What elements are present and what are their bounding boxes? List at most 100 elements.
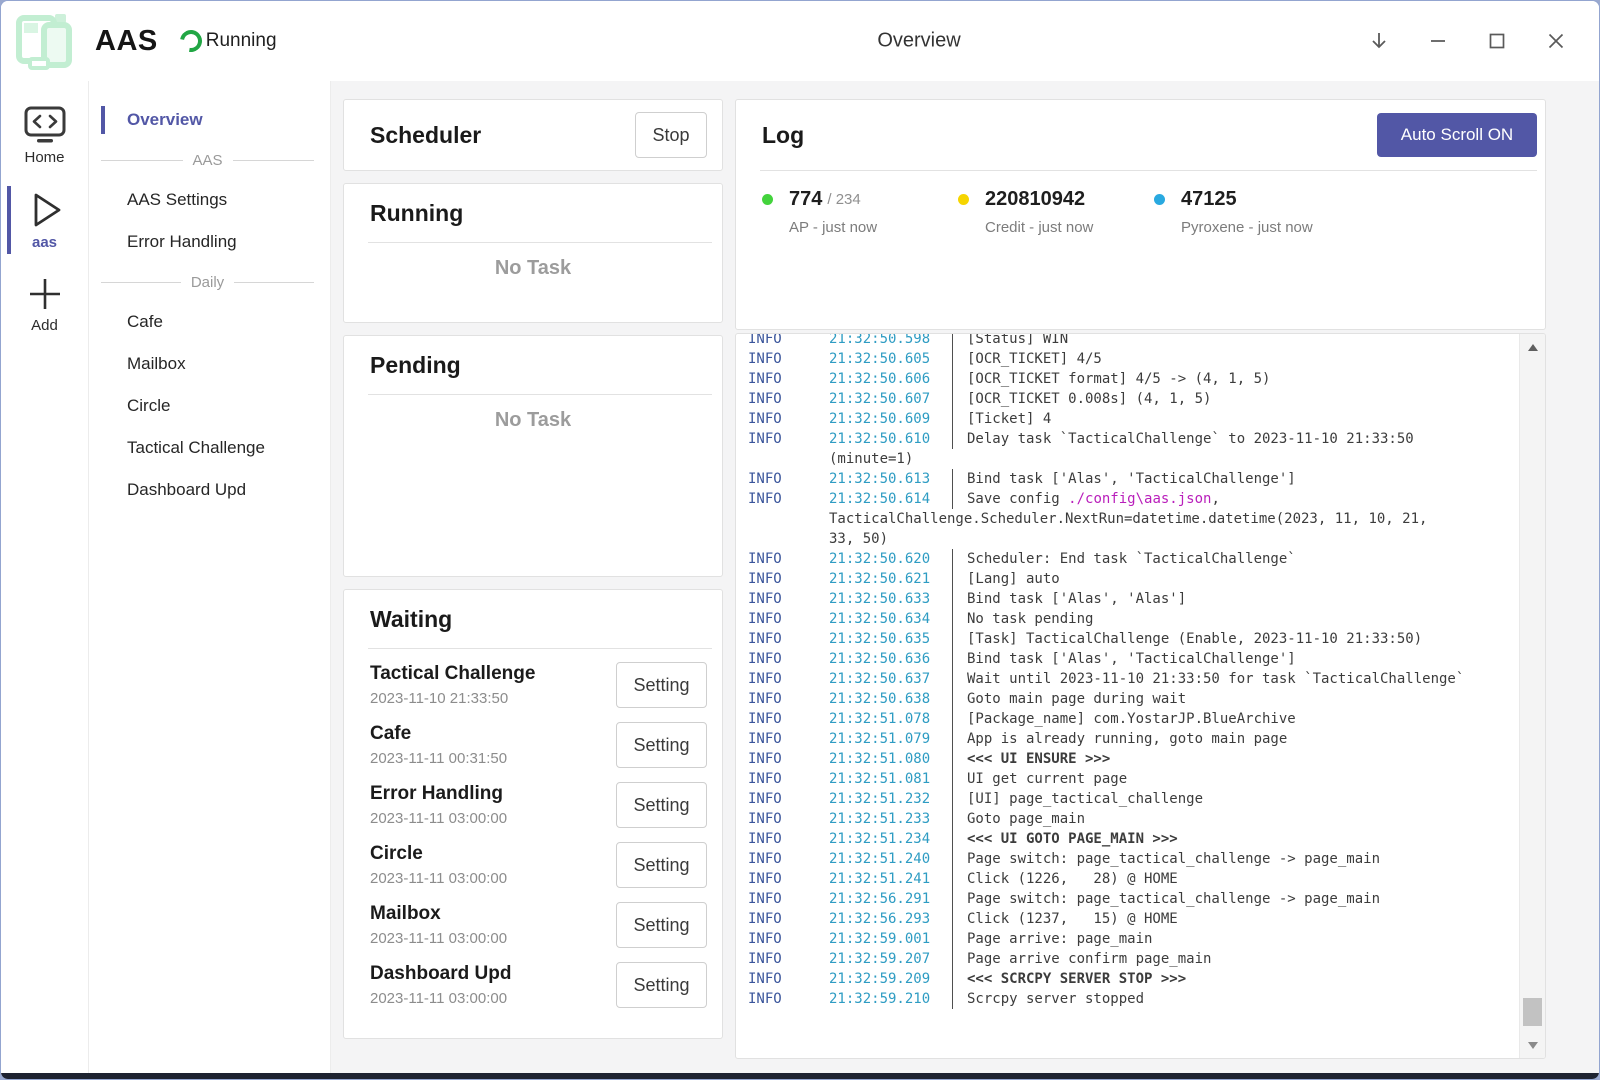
log-timestamp: 21:32:59.207	[829, 949, 952, 969]
log-level: INFO	[748, 989, 829, 1009]
stop-button[interactable]: Stop	[635, 112, 707, 158]
sidebar-item-tactical-challenge[interactable]: Tactical Challenge	[89, 427, 330, 469]
scroll-up-button[interactable]	[1520, 334, 1545, 360]
log-level: INFO	[748, 969, 829, 989]
waiting-task-next-run: 2023-11-11 03:00:00	[370, 810, 616, 827]
code-monitor-icon	[22, 104, 68, 146]
log-stat-top: 220810942	[958, 188, 1154, 211]
log-message: Bind task ['Alas', 'TacticalChallenge']	[953, 649, 1545, 669]
task-setting-button[interactable]: Setting	[616, 902, 707, 948]
log-timestamp: 21:32:50.614	[829, 489, 952, 509]
log-message: Click (1237, 15) @ HOME	[953, 909, 1545, 929]
log-message: Goto page_main	[953, 809, 1545, 829]
log-message: [OCR_TICKET 0.008s] (4, 1, 5)	[953, 389, 1545, 409]
log-timestamp: 21:32:59.001	[829, 929, 952, 949]
log-line: TacticalChallenge.Scheduler.NextRun=date…	[748, 509, 1545, 529]
log-level: INFO	[748, 789, 829, 809]
log-timestamp: 21:32:50.598	[829, 333, 952, 349]
log-stats: 774/ 234AP - just now220810942Credit - j…	[736, 171, 1545, 236]
close-button[interactable]	[1543, 28, 1569, 54]
app-logo-icon	[11, 11, 77, 71]
log-line: INFO21:32:50.614Save config ./config\aas…	[748, 489, 1545, 509]
scheduler-title: Scheduler	[370, 122, 481, 149]
scroll-thumb[interactable]	[1523, 998, 1542, 1026]
sidebar-item-cafe[interactable]: Cafe	[89, 301, 330, 343]
log-message: 33, 50)	[829, 529, 1545, 549]
section-label: Daily	[181, 274, 234, 291]
log-message: [Task] TacticalChallenge (Enable, 2023-1…	[953, 629, 1545, 649]
task-setting-button[interactable]: Setting	[616, 842, 707, 888]
sidebar-section-daily: Daily	[89, 263, 330, 301]
log-line: INFO21:32:50.634No task pending	[748, 609, 1545, 629]
waiting-task-next-run: 2023-11-11 00:31:50	[370, 750, 616, 767]
log-timestamp: 21:32:50.637	[829, 669, 952, 689]
log-message: Scheduler: End task `TacticalChallenge`	[953, 549, 1545, 569]
section-line	[101, 282, 181, 283]
log-message: [OCR_TICKET] 4/5	[953, 349, 1545, 369]
auto-scroll-button[interactable]: Auto Scroll ON	[1377, 113, 1537, 157]
stat-label: Pyroxene - just now	[1181, 219, 1350, 236]
stat-label: AP - just now	[789, 219, 958, 236]
log-timestamp: 21:32:50.633	[829, 589, 952, 609]
log-message: [Lang] auto	[953, 569, 1545, 589]
log-level: INFO	[748, 333, 829, 349]
waiting-task-name: Cafe	[370, 723, 616, 745]
rail-label: aas	[32, 234, 57, 251]
log-level: INFO	[748, 629, 829, 649]
log-scrollbar[interactable]	[1519, 334, 1545, 1058]
rail-item-aas[interactable]: aas	[1, 184, 88, 256]
waiting-task-next-run: 2023-11-11 03:00:00	[370, 930, 616, 947]
log-line: INFO21:32:50.598[Status] WIN	[748, 333, 1545, 349]
log-line: INFO21:32:56.293Click (1237, 15) @ HOME	[748, 909, 1545, 929]
waiting-task-next-run: 2023-11-10 21:33:50	[370, 690, 616, 707]
sidebar-item-dashboard-upd[interactable]: Dashboard Upd	[89, 469, 330, 511]
log-level: INFO	[748, 929, 829, 949]
download-arrow-button[interactable]	[1366, 28, 1392, 54]
log-level: INFO	[748, 869, 829, 889]
waiting-task-row: Circle2023-11-11 03:00:00Setting	[370, 835, 707, 895]
sidebar-item-mailbox[interactable]: Mailbox	[89, 343, 330, 385]
sidebar-item-aas-settings[interactable]: AAS Settings	[89, 179, 330, 221]
log-line: INFO21:32:51.240Page switch: page_tactic…	[748, 849, 1545, 869]
section-line	[233, 160, 315, 161]
log-level: INFO	[748, 409, 829, 429]
waiting-card: Waiting Tactical Challenge2023-11-10 21:…	[343, 589, 723, 1039]
sidebar-item-circle[interactable]: Circle	[89, 385, 330, 427]
log-console: INFO21:32:50.598[Status] WININFO21:32:50…	[735, 333, 1546, 1059]
plus-icon	[25, 274, 65, 314]
stat-dot-icon	[1154, 194, 1165, 205]
sidebar-item-overview[interactable]: Overview	[89, 99, 330, 141]
waiting-task-name: Circle	[370, 843, 616, 865]
log-line: INFO21:32:50.633Bind task ['Alas', 'Alas…	[748, 589, 1545, 609]
log-message: App is already running, goto main page	[953, 729, 1545, 749]
scroll-down-button[interactable]	[1520, 1032, 1545, 1058]
log-message: Scrcpy server stopped	[953, 989, 1545, 1009]
log-level: INFO	[748, 609, 829, 629]
rail-item-add[interactable]: Add	[1, 269, 88, 339]
close-icon	[1546, 31, 1566, 51]
minimize-button[interactable]	[1425, 28, 1451, 54]
task-setting-button[interactable]: Setting	[616, 962, 707, 1008]
task-setting-button[interactable]: Setting	[616, 722, 707, 768]
log-line: INFO21:32:59.209<<< SCRCPY SERVER STOP >…	[748, 969, 1545, 989]
log-level: INFO	[748, 729, 829, 749]
rail-item-home[interactable]: Home	[1, 99, 88, 171]
divider	[368, 242, 712, 243]
log-line: INFO21:32:51.234<<< UI GOTO PAGE_MAIN >>…	[748, 829, 1545, 849]
log-timestamp: 21:32:51.081	[829, 769, 952, 789]
log-message: <<< UI ENSURE >>>	[953, 749, 1545, 769]
waiting-list: Tactical Challenge2023-11-10 21:33:50Set…	[344, 649, 722, 1015]
task-setting-button[interactable]: Setting	[616, 662, 707, 708]
log-level: INFO	[748, 589, 829, 609]
log-level: INFO	[748, 569, 829, 589]
waiting-task-row: Error Handling2023-11-11 03:00:00Setting	[370, 775, 707, 835]
maximize-button[interactable]	[1484, 28, 1510, 54]
stat-value: 47125	[1181, 188, 1237, 211]
log-timestamp: 21:32:50.635	[829, 629, 952, 649]
running-empty-label: No Task	[344, 257, 722, 280]
page-title: Overview	[877, 30, 960, 53]
stat-dot-icon	[958, 194, 969, 205]
running-spinner-icon	[175, 26, 206, 57]
task-setting-button[interactable]: Setting	[616, 782, 707, 828]
sidebar-item-error-handling[interactable]: Error Handling	[89, 221, 330, 263]
